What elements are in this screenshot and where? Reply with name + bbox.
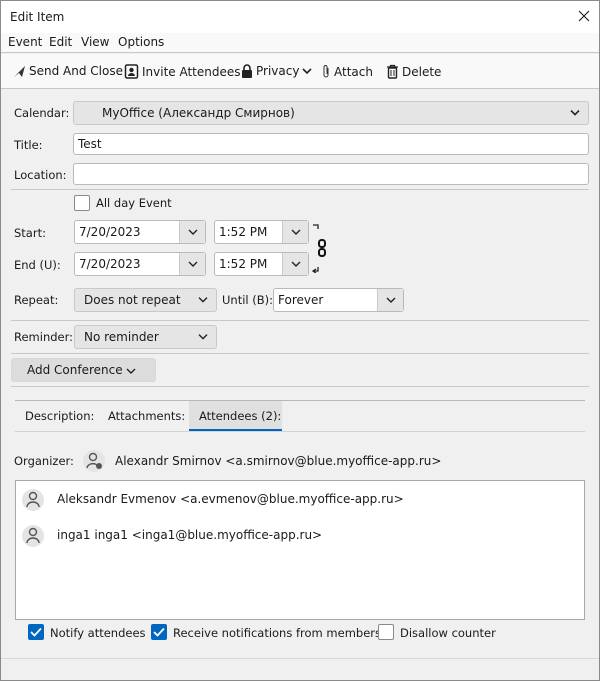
reminder-label: Reminder: [14,330,74,344]
title-label: Title: [14,138,43,152]
all-day-checkbox[interactable] [74,195,90,211]
chevron-down-icon[interactable] [179,253,205,275]
chevron-down-icon[interactable] [282,253,308,275]
until-input[interactable]: Forever [273,288,404,312]
delete-button[interactable]: Delete [386,64,441,79]
trash-icon [387,64,398,79]
send-icon [14,65,25,77]
divider [11,353,589,354]
chevron-down-icon [570,110,580,116]
repeat-select[interactable]: Does not repeat [74,288,217,312]
tabs-bottom-border [15,431,585,432]
lock-icon [242,64,252,78]
divider [11,320,589,321]
start-date-input[interactable]: 7/20/2023 [74,220,206,244]
chevron-down-icon[interactable] [282,221,308,243]
add-conference-button[interactable]: Add Conference [11,358,156,382]
divider [11,386,589,387]
attendee-name: inga1 inga1 <inga1@blue.myoffice-app.ru> [57,528,323,542]
repeat-label: Repeat: [14,293,59,307]
organizer-name: Alexandr Smirnov <a.smirnov@blue.myoffic… [115,454,442,468]
tabs-top-border [15,400,585,401]
address-book-icon [124,64,139,79]
chevron-down-icon [198,334,208,340]
end-date-input[interactable]: 7/20/2023 [74,252,206,276]
privacy-button[interactable]: Privacy [241,64,313,78]
receive-notifications-label: Receive notifications from members [173,626,381,640]
start-time-input[interactable]: 1:52 PM [214,220,309,244]
attendee-name: Aleksandr Evmenov <a.evmenov@blue.myoffi… [57,492,404,506]
start-label: Start: [14,226,46,240]
attach-button[interactable]: Attach [321,64,373,79]
chevron-down-icon [198,297,208,303]
chevron-down-icon[interactable] [377,289,403,311]
reminder-select[interactable]: No reminder [74,325,217,349]
end-label: End (U): [14,258,61,272]
list-item[interactable]: inga1 inga1 <inga1@blue.myoffice-app.ru> [22,525,562,547]
location-input[interactable] [73,163,589,185]
close-icon[interactable] [573,5,595,27]
link-times-icon[interactable] [311,223,328,276]
send-and-close-button[interactable]: Send And Close [13,64,123,78]
menu-view[interactable]: View [81,35,109,49]
disallow-counter-checkbox[interactable] [378,624,394,640]
chevron-down-icon [302,68,313,75]
window-title: Edit Item [10,10,65,24]
receive-notifications-checkbox[interactable] [151,624,167,640]
location-label: Location: [14,168,67,182]
attendees-list[interactable]: Aleksandr Evmenov <a.evmenov@blue.myoffi… [15,480,585,620]
menu-edit[interactable]: Edit [49,35,72,49]
list-item[interactable]: Aleksandr Evmenov <a.evmenov@blue.myoffi… [22,489,562,511]
invite-attendees-button[interactable]: Invite Attendees [124,64,241,79]
paperclip-icon [323,65,329,78]
organizer-label: Organizer: [14,454,74,468]
divider [11,189,589,190]
user-avatar-icon [22,489,44,511]
menu-event[interactable]: Event [8,35,42,49]
chevron-down-icon [126,368,136,374]
organizer-avatar-icon [83,450,105,472]
end-time-input[interactable]: 1:52 PM [214,252,309,276]
toolbar: Send And Close Invite Attendees Privacy … [1,54,599,89]
tab-attendees[interactable]: Attendees (2): [189,401,282,431]
tab-attachments[interactable]: Attachments: [108,409,185,423]
chevron-down-icon[interactable] [179,221,205,243]
user-avatar-icon [22,525,44,547]
title-bar: Edit Item [1,1,599,33]
calendar-label: Calendar: [14,106,70,120]
menu-options[interactable]: Options [118,35,164,49]
disallow-counter-label: Disallow counter [400,626,496,640]
divider [1,658,599,659]
all-day-label: All day Event [96,196,172,210]
tab-description[interactable]: Description: [25,409,94,423]
notify-attendees-checkbox[interactable] [28,624,44,640]
until-label: Until (B): [222,293,273,307]
edit-item-window: Edit Item Event Edit View Options Send A… [0,0,600,681]
menu-bar: Event Edit View Options [1,33,599,53]
notify-attendees-label: Notify attendees [50,626,146,640]
calendar-select[interactable]: MyOffice (Александр Смирнов) [73,101,589,125]
title-input[interactable]: Test [73,133,589,155]
